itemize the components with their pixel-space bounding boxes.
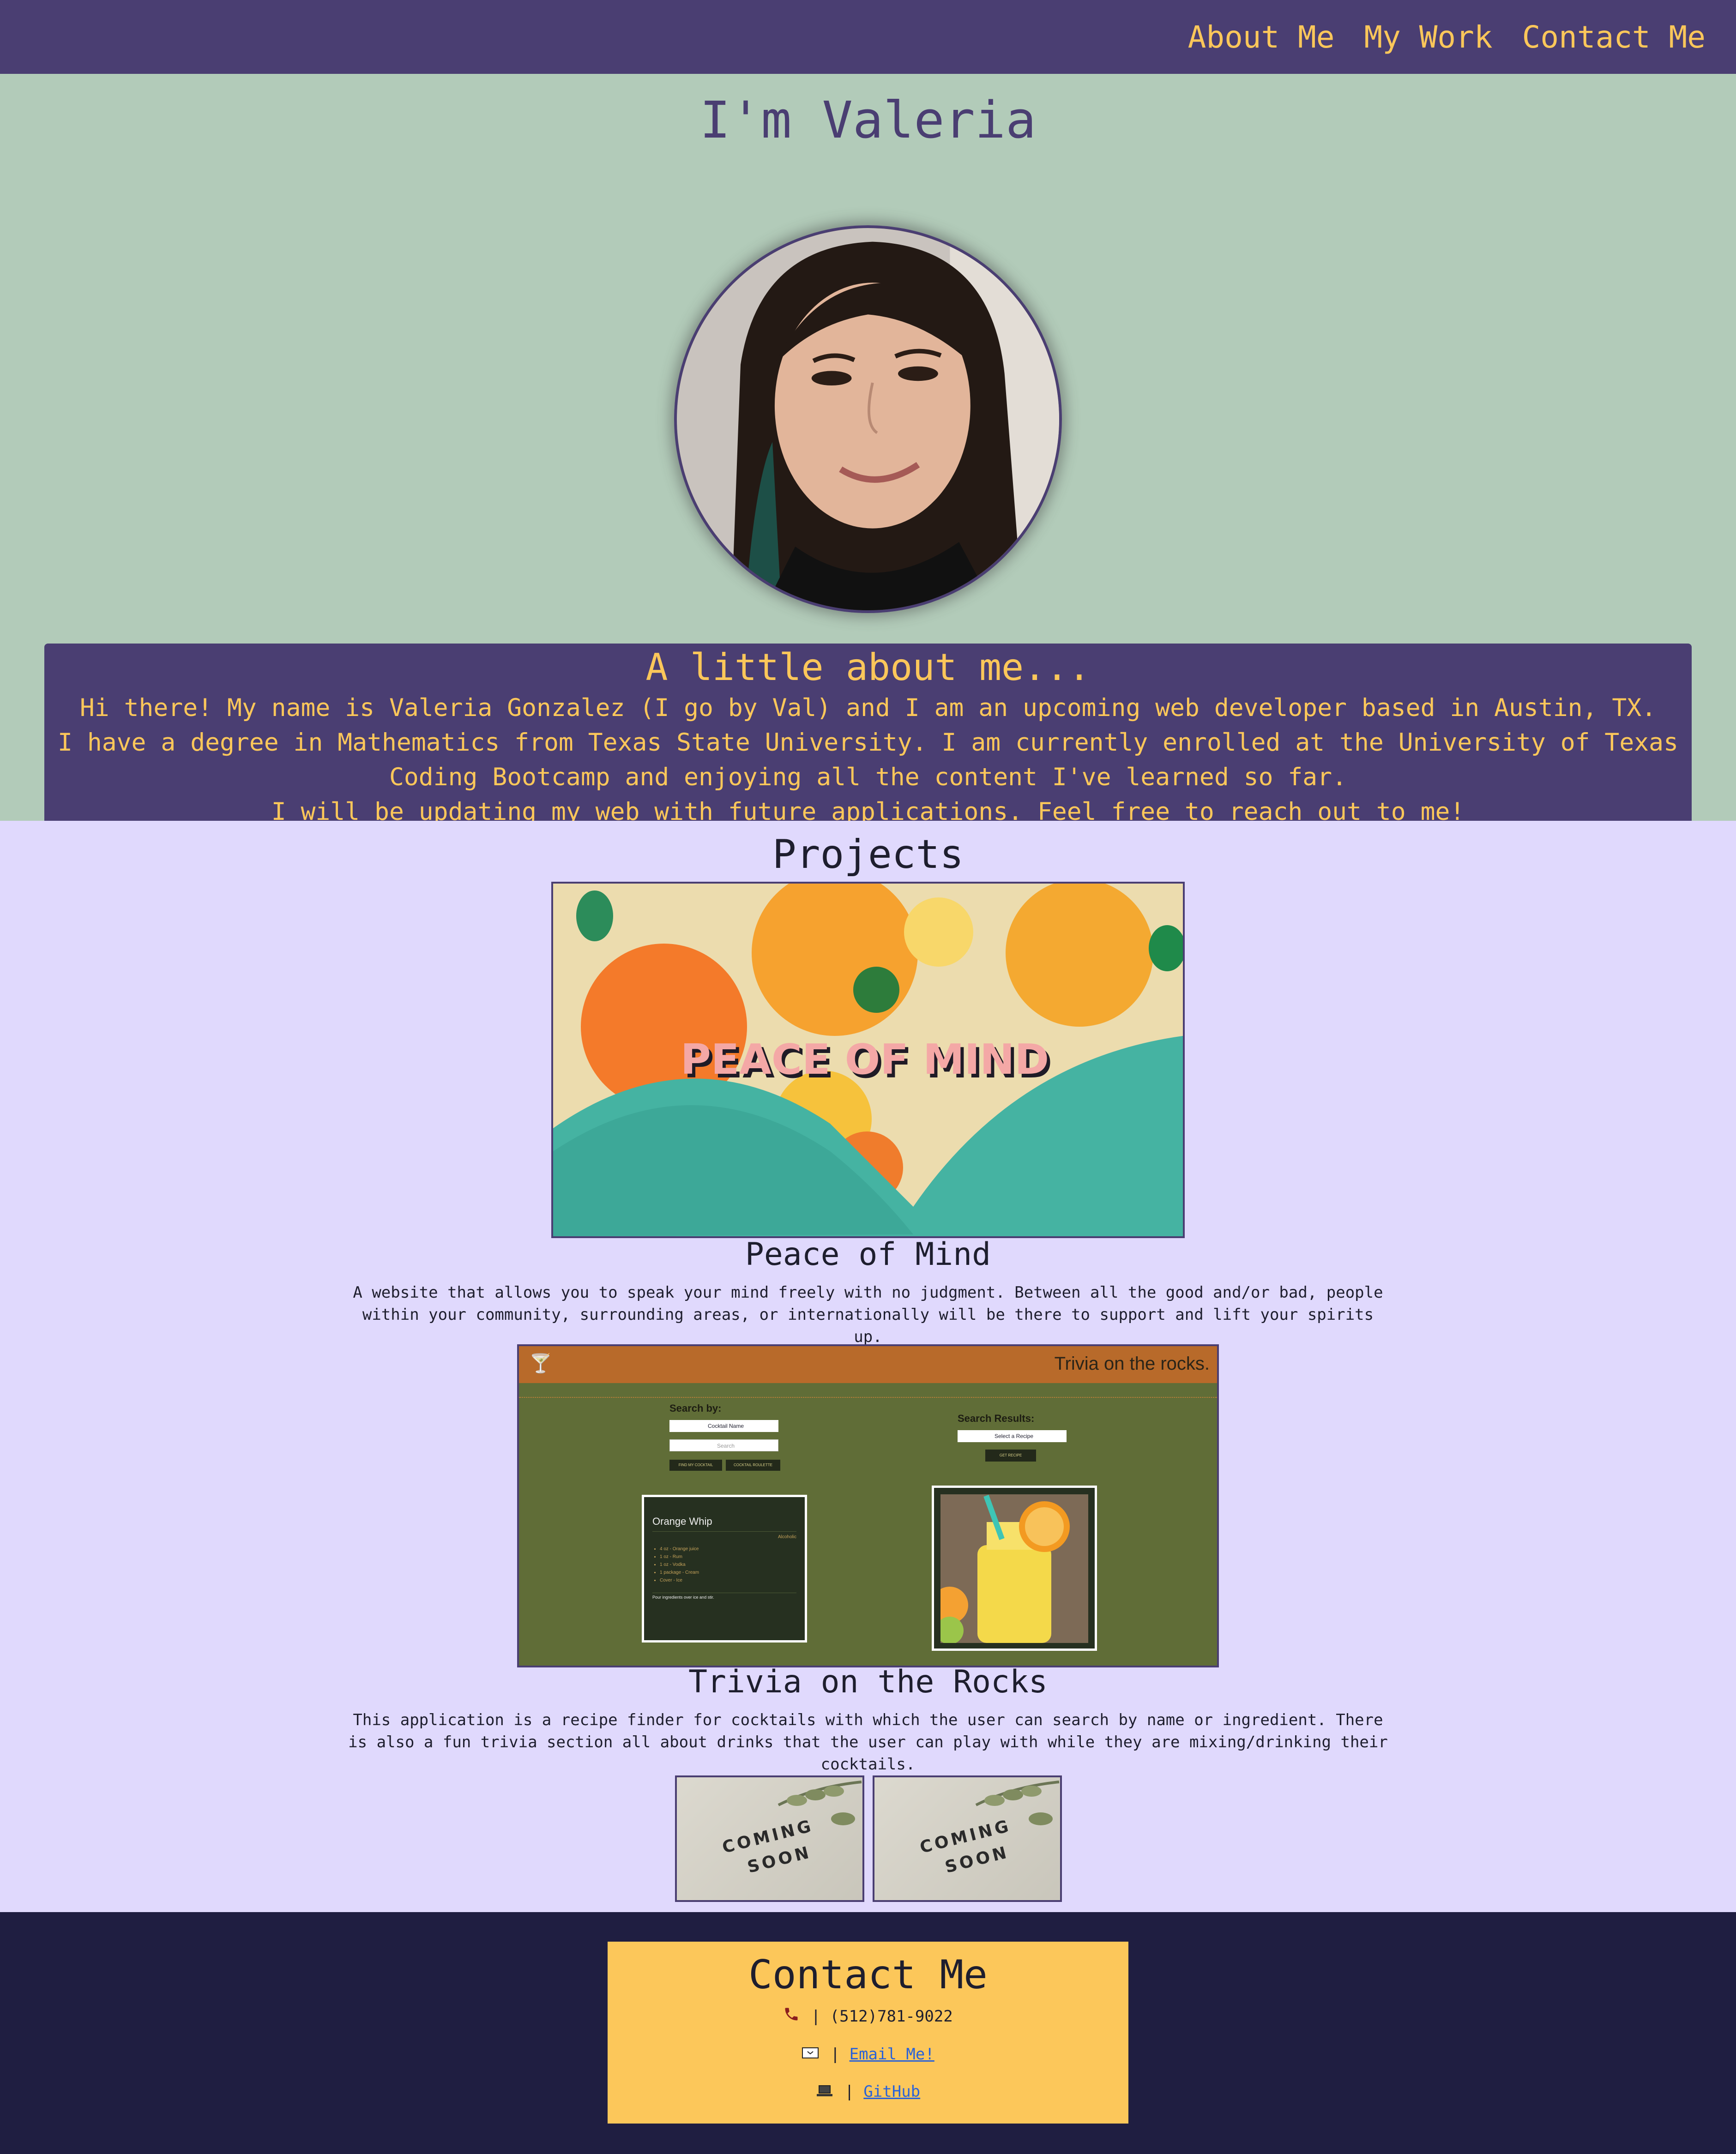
profile-photo <box>674 225 1062 613</box>
projects-section: Projects PEACE OF MIND PEACE OF MIND Pea… <box>0 821 1736 1912</box>
trivia-search-select: Cocktail Name <box>669 1420 778 1432</box>
project-trivia-image[interactable]: 🍸 Trivia on the rocks. Search by: Cockta… <box>517 1344 1219 1667</box>
about-heading: A little about me... <box>645 646 1091 689</box>
nav-link-contact[interactable]: Contact Me <box>1522 19 1706 55</box>
coming-soon-artwork: COMING SOON <box>720 1781 862 1877</box>
contact-github-row: | GitHub <box>608 2073 1128 2111</box>
orange-whip-drink-image <box>931 1494 1088 1644</box>
nav-link-about[interactable]: About Me <box>1188 19 1335 55</box>
trivia-results-select: Select a Recipe <box>958 1430 1067 1442</box>
contact-separator: | <box>811 2007 821 2026</box>
projects-heading: Projects <box>772 831 964 878</box>
coming-soon-artwork: COMING SOON <box>918 1781 1060 1877</box>
about-line-2: I have a degree in Mathematics from Texa… <box>58 728 1678 791</box>
contact-phone-row: | (512)781-9022 <box>608 1998 1128 2036</box>
trivia-search-label: Search by: <box>669 1402 722 1414</box>
laptop-icon <box>816 2074 833 2111</box>
project-desc-trivia: This application is a recipe finder for … <box>348 1711 1388 1774</box>
trivia-header-bar: 🍸 Trivia on the rocks. <box>519 1346 1217 1383</box>
peace-of-mind-logo-text: PEACE OF MIND <box>681 1035 1049 1084</box>
coming-soon-card-1[interactable]: COMING SOON <box>675 1775 864 1902</box>
trivia-search-input: Search <box>669 1439 778 1451</box>
contact-heading: Contact Me <box>748 1952 988 1998</box>
hero-title: I'm Valeria <box>699 90 1037 150</box>
coming-soon-card-2[interactable]: COMING SOON <box>873 1775 1062 1902</box>
trivia-recipe-card-title: Orange Whip <box>652 1516 796 1532</box>
profile-photo-illustration <box>677 228 1059 610</box>
contact-card: Contact Me | (512)781-9022 | Email Me! |… <box>608 1942 1128 2124</box>
trivia-drink-photo <box>931 1486 1097 1651</box>
trivia-results-label: Search Results: <box>958 1413 1035 1424</box>
trivia-recipe-card-tag: Alcoholic <box>778 1534 796 1540</box>
trivia-get-recipe-button: GET RECIPE <box>985 1450 1036 1462</box>
trivia-roulette-button: COCKTAIL ROULETTE <box>726 1460 780 1471</box>
contact-separator: | <box>844 2082 854 2101</box>
trivia-header-title: Trivia on the rocks. <box>1054 1354 1210 1374</box>
nav-link-work[interactable]: My Work <box>1364 19 1492 55</box>
trivia-recipe-card: Orange Whip Alcoholic 4 oz - Orange juic… <box>642 1495 807 1643</box>
about-card: A little about me... Hi there! My name i… <box>44 644 1692 849</box>
email-link[interactable]: Email Me! <box>850 2045 934 2064</box>
top-nav: About Me My Work Contact Me <box>0 0 1736 74</box>
project-title-peace-of-mind: Peace of Mind <box>745 1236 991 1273</box>
cocktail-glass-icon: 🍸 <box>529 1353 552 1374</box>
trivia-recipe-card-footer: Pour ingredients over ice and stir. <box>652 1593 796 1600</box>
phone-icon <box>783 1999 800 2036</box>
project-peace-of-mind-image[interactable]: PEACE OF MIND PEACE OF MIND <box>551 882 1185 1238</box>
trivia-recipe-ingredients: 4 oz - Orange juice 1 oz - Rum 1 oz - Vo… <box>652 1545 796 1584</box>
trivia-ingredient: 1 oz - Vodka <box>660 1561 796 1569</box>
email-icon <box>802 2036 819 2073</box>
contact-phone: (512)781-9022 <box>830 2007 953 2026</box>
project-desc-peace-of-mind: A website that allows you to speak your … <box>353 1283 1383 1346</box>
hero-section: I'm Valeria A little about me... Hi ther… <box>0 74 1736 849</box>
about-line-1: Hi there! My name is Valeria Gonzalez (I… <box>79 694 1657 722</box>
trivia-pattern-strip <box>519 1383 1217 1398</box>
trivia-ingredient: Cover - Ice <box>660 1576 796 1584</box>
trivia-ingredient: 4 oz - Orange juice <box>660 1545 796 1553</box>
project-title-trivia: Trivia on the Rocks <box>688 1664 1048 1700</box>
trivia-ingredient: 1 package - Cream <box>660 1569 796 1576</box>
trivia-ingredient: 1 oz - Rum <box>660 1553 796 1561</box>
contact-separator: | <box>830 2045 840 2064</box>
peace-of-mind-artwork: PEACE OF MIND PEACE OF MIND <box>553 884 1183 1236</box>
trivia-find-button: FIND MY COCKTAIL <box>669 1460 722 1471</box>
contact-email-row: | Email Me! <box>608 2036 1128 2074</box>
github-link[interactable]: GitHub <box>863 2082 920 2101</box>
